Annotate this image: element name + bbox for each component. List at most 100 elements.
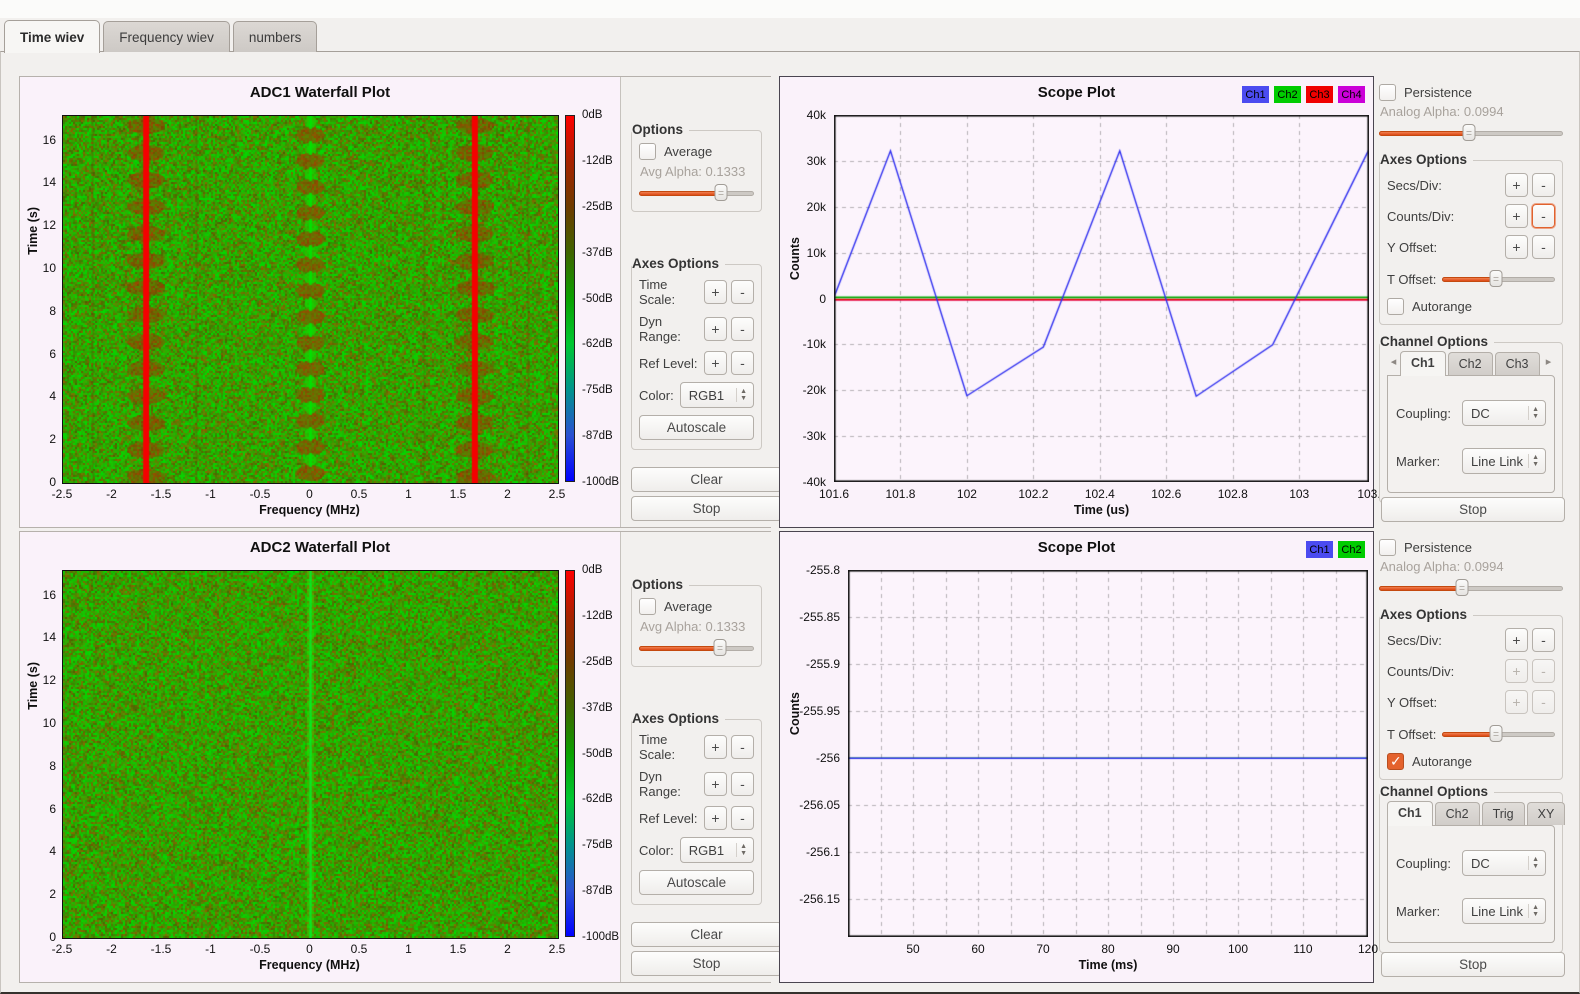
dyn-range-plus-button[interactable]: + <box>704 317 727 341</box>
color-spinbox[interactable]: RGB1 ▲▼ <box>680 382 754 408</box>
y-tick-label: -255.85 <box>799 610 840 624</box>
stop-button[interactable]: Stop <box>631 496 782 521</box>
analog-alpha-slider[interactable] <box>1379 579 1563 597</box>
secs-div-minus-button[interactable]: - <box>1532 628 1555 652</box>
y-offset-plus-button[interactable]: + <box>1505 690 1528 714</box>
coupling-spinbox[interactable]: DC ▲▼ <box>1462 400 1546 426</box>
x-tick-label: -1.5 <box>151 487 172 501</box>
main-tab[interactable]: Frequency wiev <box>103 21 230 52</box>
main-tab-bar: Time wievFrequency wievnumbers <box>4 19 317 52</box>
slider-handle[interactable] <box>1463 124 1476 141</box>
main-tab[interactable]: numbers <box>233 21 318 52</box>
t-offset-slider[interactable] <box>1442 270 1555 288</box>
ref-level-minus-button[interactable]: - <box>731 806 754 830</box>
channel-tab[interactable]: XY <box>1527 802 1566 825</box>
waterfall1-canvas[interactable] <box>62 115 559 484</box>
spinbox-arrows-icon[interactable]: ▲▼ <box>736 388 750 402</box>
slider-handle[interactable] <box>1490 270 1503 287</box>
secs-div-plus-button[interactable]: + <box>1505 173 1528 197</box>
counts-div-plus-button[interactable]: + <box>1505 204 1528 228</box>
tab-scroll-left-icon[interactable]: ◂ <box>1387 351 1400 371</box>
autorange-checkbox[interactable] <box>1387 298 1404 315</box>
slider-fill <box>639 191 721 196</box>
y-tick-label: 8 <box>49 759 56 773</box>
time-scale-plus-button[interactable]: + <box>704 280 727 304</box>
time-scale-minus-button[interactable]: - <box>731 280 754 304</box>
slider-handle[interactable] <box>1490 725 1503 742</box>
dyn-range-plus-button[interactable]: + <box>704 772 727 796</box>
ref-level-plus-button[interactable]: + <box>704 351 727 375</box>
marker-spinbox[interactable]: Line Link ▲▼ <box>1462 898 1546 924</box>
x-tick-label: 120 <box>1358 942 1378 956</box>
waterfall2-plot[interactable] <box>62 570 559 939</box>
counts-div-plus-button[interactable]: + <box>1505 659 1528 683</box>
secs-div-minus-button[interactable]: - <box>1532 173 1555 197</box>
t-offset-label: T Offset: <box>1387 272 1436 287</box>
scope2-plot[interactable] <box>848 570 1368 937</box>
average-checkbox[interactable] <box>639 598 656 615</box>
y-tick-label: 0 <box>819 292 826 306</box>
analog-alpha-label: Analog Alpha: 0.0994 <box>1380 559 1563 574</box>
channel-tab[interactable]: Ch2 <box>1448 352 1493 375</box>
slider-handle[interactable] <box>713 639 726 656</box>
spinbox-arrows-icon[interactable]: ▲▼ <box>1528 454 1542 468</box>
channel-tab[interactable]: Ch1 <box>1400 351 1446 376</box>
scope1-xtick-labels: 101.6101.8102102.2102.4102.6102.8103103. <box>834 485 1369 501</box>
autoscale-button[interactable]: Autoscale <box>639 415 754 440</box>
spinbox-arrows-icon[interactable]: ▲▼ <box>1528 904 1542 918</box>
persistence-checkbox[interactable] <box>1379 84 1396 101</box>
t-offset-slider[interactable] <box>1442 725 1555 743</box>
time-scale-plus-button[interactable]: + <box>704 735 727 759</box>
channel-tab[interactable]: Ch3 <box>1495 352 1540 375</box>
scope1-canvas[interactable] <box>834 115 1369 482</box>
main-tab[interactable]: Time wiev <box>4 20 100 53</box>
slider-handle[interactable] <box>1455 579 1468 596</box>
ref-level-minus-button[interactable]: - <box>731 351 754 375</box>
spinbox-arrows-icon[interactable]: ▲▼ <box>1528 406 1542 420</box>
scope2-xlabel: Time (ms) <box>848 958 1368 972</box>
analog-alpha-slider[interactable] <box>1379 124 1563 142</box>
x-tick-label: -2.5 <box>52 942 73 956</box>
adc2-waterfall-panel: ADC2 Waterfall Plot Time (s) 02468101214… <box>19 531 771 983</box>
average-label: Average <box>664 144 712 159</box>
y-offset-plus-button[interactable]: + <box>1505 235 1528 259</box>
y-offset-minus-button[interactable]: - <box>1532 690 1555 714</box>
y-offset-minus-button[interactable]: - <box>1532 235 1555 259</box>
avg-alpha-slider[interactable] <box>639 639 754 657</box>
channel-tab[interactable]: Ch1 <box>1387 801 1433 826</box>
persistence-checkbox[interactable] <box>1379 539 1396 556</box>
coupling-spinbox[interactable]: DC ▲▼ <box>1462 850 1546 876</box>
stop-button[interactable]: Stop <box>1381 497 1565 522</box>
spinbox-arrows-icon[interactable]: ▲▼ <box>1528 856 1542 870</box>
spinbox-arrows-icon[interactable]: ▲▼ <box>736 843 750 857</box>
ref-level-plus-button[interactable]: + <box>704 806 727 830</box>
legend-chip: Ch1 <box>1242 86 1269 103</box>
color-spinbox[interactable]: RGB1 ▲▼ <box>680 837 754 863</box>
waterfall1-plot[interactable] <box>62 115 559 484</box>
stop-button[interactable]: Stop <box>631 951 782 976</box>
scope2-canvas[interactable] <box>848 570 1368 937</box>
scope1-plot[interactable] <box>834 115 1369 482</box>
y-tick-label: 4 <box>49 844 56 858</box>
average-checkbox[interactable] <box>639 143 656 160</box>
clear-button[interactable]: Clear <box>631 467 782 492</box>
waterfall2-canvas[interactable] <box>62 570 559 939</box>
coupling-value: DC <box>1471 406 1528 421</box>
clear-button[interactable]: Clear <box>631 922 782 947</box>
channel-tab[interactable]: Trig <box>1482 802 1525 825</box>
secs-div-plus-button[interactable]: + <box>1505 628 1528 652</box>
x-tick-label: 2.5 <box>549 487 566 501</box>
dyn-range-minus-button[interactable]: - <box>731 772 754 796</box>
avg-alpha-slider[interactable] <box>639 184 754 202</box>
slider-handle[interactable] <box>714 184 727 201</box>
channel-tab[interactable]: Ch2 <box>1435 802 1480 825</box>
dyn-range-minus-button[interactable]: - <box>731 317 754 341</box>
autorange-checkbox[interactable] <box>1387 753 1404 770</box>
marker-spinbox[interactable]: Line Link ▲▼ <box>1462 448 1546 474</box>
counts-div-minus-button[interactable]: - <box>1532 659 1555 683</box>
tab-scroll-right-icon[interactable]: ▸ <box>1542 351 1555 371</box>
stop-button[interactable]: Stop <box>1381 952 1565 977</box>
time-scale-minus-button[interactable]: - <box>731 735 754 759</box>
autoscale-button[interactable]: Autoscale <box>639 870 754 895</box>
counts-div-minus-button[interactable]: - <box>1532 204 1555 228</box>
